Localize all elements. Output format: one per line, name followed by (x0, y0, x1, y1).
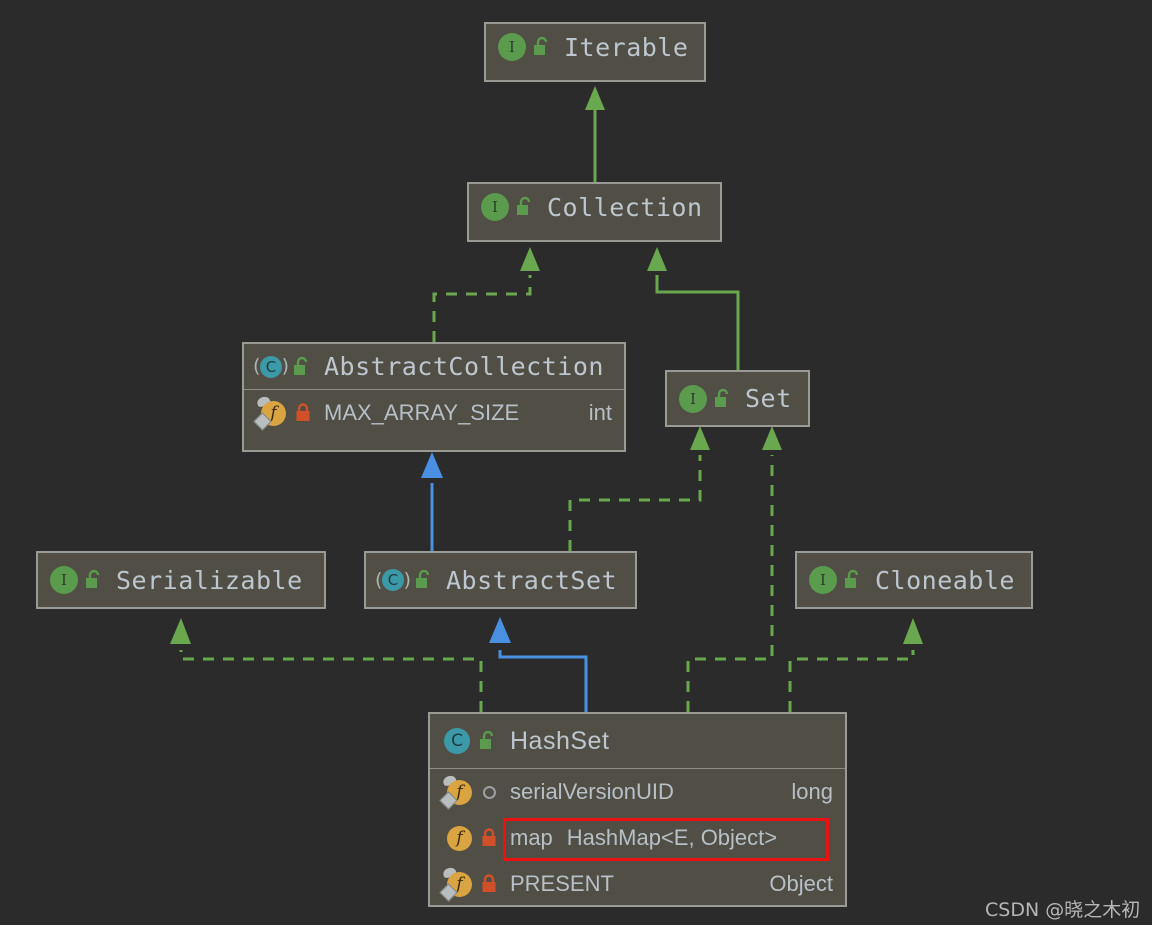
node-header: ( C ) AbstractSet (366, 553, 635, 607)
node-header: I Iterable (486, 24, 704, 70)
edge-collection-to-iterable (585, 86, 605, 182)
node-set[interactable]: I Set (665, 370, 810, 427)
member-row[interactable]: f map HashMap<E, Object> (430, 815, 845, 861)
lock-icon (480, 827, 498, 849)
unlock-icon (843, 569, 863, 591)
member-row[interactable]: f serialVersionUID long (430, 769, 845, 815)
member-type: Object (769, 871, 833, 896)
node-header: I Serializable (38, 553, 324, 607)
unlock-icon (532, 36, 552, 58)
node-title: Set (745, 384, 792, 413)
interface-icon: I (809, 566, 837, 594)
interface-icon: I (498, 33, 526, 61)
node-header: ( C ) AbstractCollection (244, 344, 624, 390)
node-iterable[interactable]: I Iterable (484, 22, 706, 82)
unlock-icon (84, 569, 104, 591)
member-name: PRESENT (510, 871, 614, 896)
edge-hashset-to-abstractset (489, 617, 588, 712)
node-hashset[interactable]: C HashSet f serialVersionUID long f map … (428, 712, 847, 907)
field-icon: f (442, 822, 474, 854)
unlock-icon (292, 356, 312, 378)
node-cloneable[interactable]: I Cloneable (795, 551, 1033, 609)
member-name: MAX_ARRAY_SIZE (324, 400, 520, 425)
paren-left: ( (253, 355, 261, 377)
edge-set-to-collection (647, 247, 740, 370)
lock-icon (480, 873, 498, 895)
paren-right: ) (403, 568, 411, 591)
node-abstractset[interactable]: ( C ) AbstractSet (364, 551, 637, 609)
field-static-icon: f (439, 866, 474, 902)
class-icon: C (442, 727, 472, 755)
unlock-icon (478, 730, 498, 752)
class-disc: C (444, 728, 470, 754)
unlock-icon (414, 569, 434, 591)
class-icon: ( C ) (253, 353, 289, 381)
member-type: long (791, 779, 833, 804)
field-static-icon: f (439, 774, 474, 810)
paren-left: ( (375, 568, 383, 591)
node-title: Iterable (564, 32, 689, 62)
node-header: I Collection (469, 184, 720, 230)
interface-icon: I (679, 384, 707, 413)
interface-icon: I (50, 566, 78, 594)
lock-icon (294, 402, 312, 424)
edge-abstractset-to-abstractcollection (421, 452, 443, 551)
node-title: AbstractCollection (324, 352, 604, 381)
edge-hashset-to-cloneable (788, 618, 923, 712)
field-disc: f (447, 826, 472, 851)
uml-class-diagram: I Iterable I Collection (C) AbstractCo… (0, 0, 1152, 925)
node-header: I Cloneable (797, 553, 1031, 607)
member-row[interactable]: f MAX_ARRAY_SIZE int (244, 390, 624, 436)
field-static-icon: f (253, 395, 288, 431)
member-list: f MAX_ARRAY_SIZE int (244, 390, 624, 436)
node-title: HashSet (510, 726, 610, 755)
edge-abstractcollection-to-collection (432, 247, 540, 342)
node-abstractcollection[interactable]: ( C ) AbstractCollection f MAX_ARRAY_SIZ… (242, 342, 626, 452)
member-type: HashMap<E, Object> (566, 825, 778, 850)
paren-right: ) (281, 355, 289, 377)
member-list: f serialVersionUID long f map HashMap<E,… (430, 769, 845, 907)
node-title: Collection (547, 192, 703, 222)
member-name: map (510, 825, 553, 850)
class-disc: C (382, 569, 404, 591)
node-header: C HashSet (430, 714, 845, 769)
node-header: I Set (667, 372, 808, 425)
member-type: int (588, 400, 612, 425)
node-title: Serializable (116, 565, 303, 595)
csdn-watermark: CSDN @晓之木初 (985, 899, 1141, 921)
node-collection[interactable]: I Collection (467, 182, 722, 242)
package-private-icon (480, 781, 498, 803)
edge-hashset-to-serializable (170, 618, 483, 712)
node-serializable[interactable]: I Serializable (36, 551, 326, 609)
member-row[interactable]: f PRESENT Object (430, 861, 845, 907)
interface-icon: I (481, 193, 509, 221)
class-icon: ( C ) (375, 566, 411, 594)
node-title: Cloneable (875, 565, 1015, 595)
member-name: serialVersionUID (510, 779, 674, 804)
unlock-icon (515, 196, 535, 218)
unlock-icon (713, 388, 733, 410)
node-title: AbstractSet (446, 565, 618, 595)
class-disc: C (260, 355, 282, 378)
edge-hashset-to-set (686, 426, 782, 712)
